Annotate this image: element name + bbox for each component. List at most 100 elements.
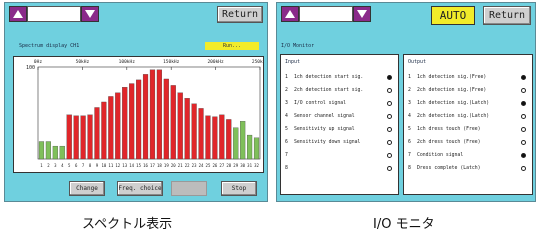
- spectrum-bar: [233, 127, 239, 160]
- run-status-badge: Run...: [205, 42, 259, 50]
- input-row-number: 3: [285, 101, 288, 106]
- signal-off-indicator: [387, 101, 392, 106]
- spectrum-bar: [156, 69, 162, 160]
- output-row-label: Condition signal: [417, 153, 464, 158]
- bar-index-label: 16: [143, 163, 148, 168]
- next-page-button-2[interactable]: [353, 6, 371, 22]
- bar-index-label: 5: [68, 163, 71, 168]
- signal-on-indicator: [521, 153, 526, 158]
- bar-index-label: 30: [240, 163, 245, 168]
- input-row-label: Sensitivity down signal: [294, 140, 361, 145]
- triangle-down-icon: [85, 10, 95, 18]
- bar-index-label: 27: [219, 163, 224, 168]
- signal-off-indicator: [387, 153, 392, 158]
- spectrum-bar: [205, 115, 211, 160]
- input-row-number: 1: [285, 75, 288, 80]
- input-list: Input 1 1ch detection start sig. 2 2ch dete…: [280, 54, 399, 195]
- freq-label: 150kHz: [163, 59, 180, 65]
- freq-label: 100kHz: [119, 59, 136, 65]
- bar-index-label: 15: [136, 163, 141, 168]
- freq-label: 200kHz: [207, 59, 224, 65]
- signal-off-indicator: [521, 114, 526, 119]
- bar-index-label: 23: [192, 163, 197, 168]
- prev-page-button[interactable]: [9, 6, 27, 22]
- bar-index-label: 31: [247, 163, 252, 168]
- output-row-label: 2ch dress touch (Free): [417, 140, 481, 145]
- triangle-up-icon: [13, 10, 23, 18]
- input-row-number: 4: [285, 114, 288, 119]
- auto-button[interactable]: AUTO: [431, 6, 475, 25]
- freq-choice-button[interactable]: Freq. choice: [117, 181, 163, 196]
- output-row: 2 2ch detection sig.(Free): [408, 86, 528, 96]
- input-row: 7: [285, 151, 394, 161]
- output-row-number: 4: [408, 114, 411, 119]
- spectrum-bar: [253, 137, 260, 160]
- input-row-label: Sensor channel signal: [294, 114, 355, 119]
- bar-index-label: 18: [157, 163, 162, 168]
- input-row: 8: [285, 164, 394, 174]
- output-row-number: 7: [408, 153, 411, 158]
- input-row-label: I/O control signal: [294, 101, 346, 106]
- signal-off-indicator: [387, 127, 392, 132]
- bar-index-label: 17: [150, 163, 155, 168]
- input-row-label: 2ch detection start sig.: [294, 88, 364, 93]
- input-row: 2 2ch detection start sig.: [285, 86, 394, 96]
- input-row-number: 7: [285, 153, 288, 158]
- spectrum-bar: [115, 92, 121, 160]
- io-monitor-title: I/O Monitor: [281, 43, 315, 49]
- change-button[interactable]: Change: [69, 181, 105, 196]
- spectrum-bar: [247, 134, 253, 160]
- spectrum-bar: [122, 87, 128, 160]
- output-list: Output 1 1ch detection sig.(Free) 2 2ch det…: [403, 54, 533, 195]
- spectrum-bar: [226, 119, 232, 160]
- spectrum-bar: [240, 121, 246, 160]
- spectrum-bar: [129, 83, 135, 160]
- spectrum-bar: [73, 115, 79, 160]
- triangle-down-icon: [357, 10, 367, 18]
- output-header: Output: [408, 59, 427, 65]
- spectrum-bar: [219, 114, 225, 160]
- bar-index-label: 8: [89, 163, 92, 168]
- input-row: 1 1ch detection start sig.: [285, 73, 394, 83]
- prev-page-button-2[interactable]: [281, 6, 299, 22]
- output-row-label: 1ch detection sig.(Free): [417, 75, 487, 80]
- signal-on-indicator: [521, 75, 526, 80]
- spectrum-bar: [45, 141, 51, 160]
- spectrum-title: Spectrum display CH1: [19, 43, 80, 49]
- return-button[interactable]: Return: [217, 6, 263, 23]
- output-row-label: 1ch detection sig.(Latch): [417, 101, 490, 106]
- bar-index-label: 14: [129, 163, 134, 168]
- io-monitor-caption: I/O モニタ: [373, 217, 435, 232]
- signal-off-indicator: [521, 140, 526, 145]
- output-row: 8 Dress complete (Latch): [408, 164, 528, 174]
- output-row-number: 6: [408, 140, 411, 145]
- output-row-label: Dress complete (Latch): [417, 166, 481, 171]
- disabled-button: [171, 181, 207, 196]
- output-row: 5 1ch dress touch (Free): [408, 125, 528, 135]
- input-row-number: 8: [285, 166, 288, 171]
- input-row: 3 I/O control signal: [285, 99, 394, 109]
- input-row: 6 Sensitivity down signal: [285, 138, 394, 148]
- spectrum-bar: [59, 145, 65, 160]
- spectrum-caption: スペクトル表示: [82, 217, 173, 232]
- output-row: 7 Condition signal: [408, 151, 528, 161]
- output-row-number: 1: [408, 75, 411, 80]
- return-button-2[interactable]: Return: [483, 6, 531, 25]
- spectrum-bar: [212, 116, 218, 160]
- spectrum-bar: [136, 79, 142, 160]
- bar-index-label: 21: [178, 163, 183, 168]
- next-page-button[interactable]: [81, 6, 99, 22]
- bar-index-label: 4: [61, 163, 64, 168]
- bar-index-label: 11: [108, 163, 113, 168]
- spectrum-bar: [87, 114, 93, 160]
- spectrum-bar: [163, 78, 169, 160]
- input-row: 5 Sensitivity up signal: [285, 125, 394, 135]
- signal-off-indicator: [521, 166, 526, 171]
- spectrum-bar: [108, 96, 114, 160]
- triangle-up-icon: [285, 10, 295, 18]
- bar-index-label: 7: [82, 163, 85, 168]
- stop-button[interactable]: Stop: [221, 181, 257, 196]
- output-row-label: 2ch detection sig.(Free): [417, 88, 487, 93]
- signal-on-indicator: [521, 101, 526, 106]
- bar-index-label: 26: [212, 163, 217, 168]
